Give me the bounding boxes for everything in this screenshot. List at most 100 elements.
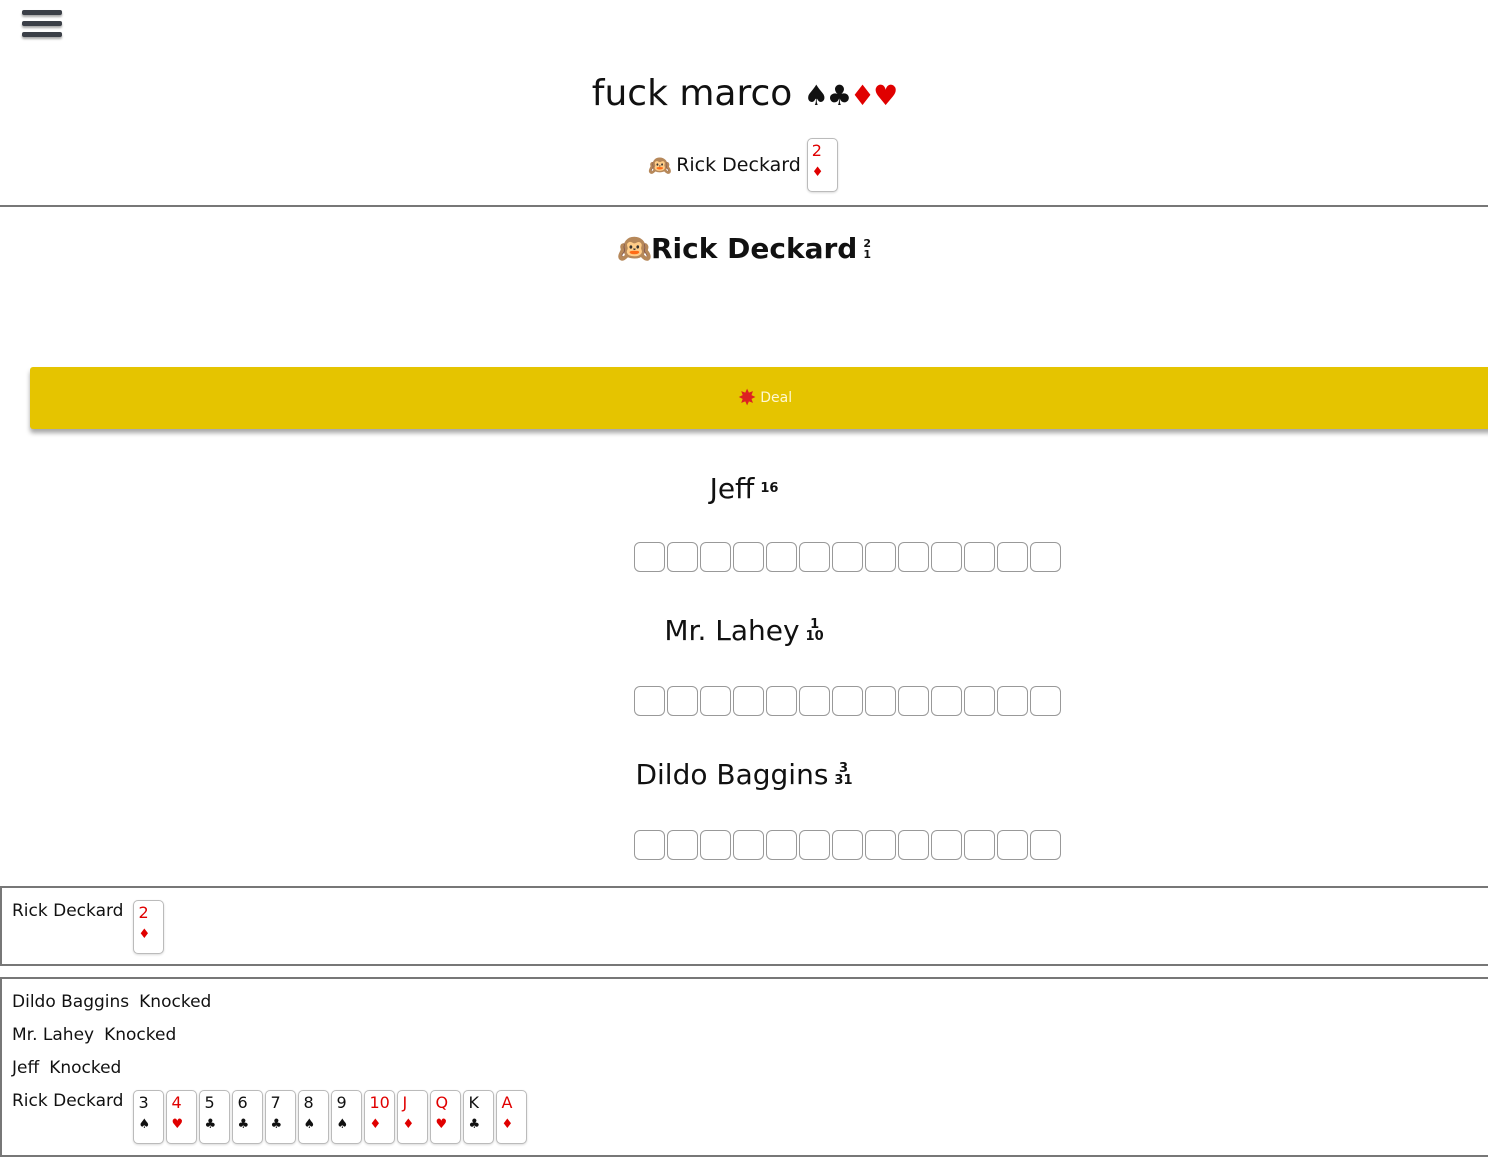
opponent-name: Dildo Baggins 3 31 [635, 758, 852, 791]
card-back [832, 830, 863, 860]
opponent-dildo-baggins: Dildo Baggins 3 31 [0, 758, 1488, 791]
opponent-hand [634, 542, 1066, 574]
card-back [766, 830, 797, 860]
log-action: Knocked [139, 992, 212, 1012]
opponent-name: Mr. Lahey 1 10 [664, 614, 823, 647]
card-back [700, 830, 731, 860]
current-play: 🙉 Rick Deckard 2 ♦ [0, 138, 1488, 192]
log-panel: Dildo Baggins Knocked Mr. Lahey Knocked Jeff… [0, 977, 1488, 1157]
opponent-score: 16 [760, 480, 779, 496]
card-back [997, 830, 1028, 860]
suit-icon: ♣ [826, 79, 852, 112]
opponent-score: 3 31 [834, 762, 852, 787]
log-line: Mr. Lahey Knocked [2, 1024, 1488, 1046]
log-action: Knocked [104, 1025, 177, 1045]
card-back [931, 830, 962, 860]
card-back [832, 542, 863, 572]
card-rank: 5 [204, 1093, 215, 1112]
suit-icon: ♦ [849, 79, 875, 112]
hand-card[interactable]: 3 ♠ [133, 1090, 165, 1144]
card-back [931, 686, 962, 716]
hand-card[interactable]: 10 ♦ [364, 1090, 396, 1144]
card-rank: 2 [811, 141, 822, 160]
card-suit: ♦ [811, 165, 824, 180]
card-rank: 3 [138, 1093, 149, 1112]
suit-icon: ♠ [803, 79, 829, 112]
log-line: Jeff Knocked [2, 1057, 1488, 1079]
card-suit: ♥ [171, 1117, 184, 1132]
table-player-name: Rick Deckard [12, 901, 124, 921]
card-suit: ♦ [369, 1117, 382, 1132]
hand-card[interactable]: 9 ♠ [331, 1090, 363, 1144]
card-back [1030, 686, 1061, 716]
opponent-hand [634, 830, 1066, 862]
opponent-name: Jeff 16 [710, 472, 779, 505]
card-back [931, 542, 962, 572]
card-rank: K [468, 1093, 479, 1112]
card-back [634, 830, 665, 860]
hand-card[interactable]: Q ♥ [430, 1090, 462, 1144]
card-back [766, 542, 797, 572]
card-back [766, 686, 797, 716]
page-title: fuck marco ♠♣♦♥ [0, 72, 1488, 118]
score-bottom: 16 [760, 480, 779, 496]
card-back [997, 686, 1028, 716]
opponent-name-text: Dildo Baggins [635, 758, 829, 791]
card-rank: 2 [138, 903, 149, 922]
card-suit: ♦ [501, 1117, 514, 1132]
card-rank: J [402, 1093, 408, 1112]
hand-card[interactable]: 4 ♥ [166, 1090, 198, 1144]
player-emoji-icon: 🙉 [648, 154, 672, 177]
card-back [733, 542, 764, 572]
card-suit: ♣ [468, 1117, 481, 1132]
card-back [667, 686, 698, 716]
active-player: 🙉 Rick Deckard 2 1 [0, 232, 1488, 265]
card-back [700, 686, 731, 716]
card-back [964, 542, 995, 572]
suit-icon: ♥ [873, 79, 898, 112]
hand-card[interactable]: J ♦ [397, 1090, 429, 1144]
card-back [799, 830, 830, 860]
card-rank: 4 [171, 1093, 182, 1112]
hand-card[interactable]: A ♦ [496, 1090, 528, 1144]
card-rank: 9 [336, 1093, 347, 1112]
card-back [898, 542, 929, 572]
card-rank: 7 [270, 1093, 281, 1112]
hand-card[interactable]: 7 ♣ [265, 1090, 297, 1144]
card-back [865, 542, 896, 572]
card-rank: 10 [369, 1093, 390, 1112]
hand-card[interactable]: 6 ♣ [232, 1090, 264, 1144]
card-suit: ♣ [204, 1117, 217, 1132]
score-bottom: 10 [805, 628, 824, 644]
card-suit: ♣ [270, 1117, 283, 1132]
card-back [898, 686, 929, 716]
hand-player-name: Rick Deckard [12, 1091, 124, 1111]
current-card: 2 ♦ [806, 138, 838, 192]
deal-button[interactable]: ✸ Deal [30, 367, 1488, 429]
card-suit: ♥ [435, 1117, 448, 1132]
card-suit: ♠ [336, 1117, 349, 1132]
hand-row: Rick Deckard 3 ♠ 4 ♥ 5 ♣ 6 ♣ 7 ♣ 8 ♠ 9 ♠ 10 ♦ J ♦ Q ♥ K ♣ A ♦ [2, 1090, 1488, 1144]
opponent-jeff: Jeff 16 [0, 472, 1488, 505]
hand-card[interactable]: 8 ♠ [298, 1090, 330, 1144]
table-card: 2 ♦ [133, 900, 165, 954]
card-back [667, 830, 698, 860]
log-player: Jeff [12, 1058, 40, 1078]
card-back [865, 686, 896, 716]
log-player: Mr. Lahey [12, 1025, 95, 1045]
card-suit: ♠ [138, 1117, 151, 1132]
title-suits: ♠♣♦♥ [803, 79, 898, 112]
card-suit: ♠ [303, 1117, 316, 1132]
card-back [964, 830, 995, 860]
card-rank: 8 [303, 1093, 314, 1112]
hamburger-icon[interactable] [22, 10, 62, 46]
log-action: Knocked [49, 1058, 122, 1078]
hand-card[interactable]: 5 ♣ [199, 1090, 231, 1144]
log-player: Dildo Baggins [12, 992, 130, 1012]
hand-card[interactable]: K ♣ [463, 1090, 495, 1144]
card-rank: 6 [237, 1093, 248, 1112]
card-back [832, 686, 863, 716]
card-suit: ♣ [237, 1117, 250, 1132]
deal-button-label: Deal [760, 390, 793, 406]
table-panel: Rick Deckard 2 ♦ [0, 886, 1488, 966]
